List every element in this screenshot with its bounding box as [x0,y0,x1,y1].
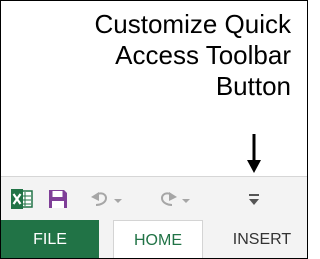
excel-icon[interactable] [11,189,33,209]
undo-button[interactable] [90,189,126,209]
tab-home[interactable]: HOME [113,220,203,258]
customize-quick-access-toolbar-button[interactable] [241,189,267,209]
redo-icon [160,192,190,206]
callout-annotation: Customize Quick Access Toolbar Button [1,9,292,102]
callout-arrow-icon [247,134,261,173]
save-button[interactable] [48,189,68,209]
save-icon [49,190,67,208]
ribbon-tab-bar: FILE HOME INSERT [1,220,307,258]
tab-insert[interactable]: INSERT [215,220,307,258]
screenshot-frame: Customize Quick Access Toolbar Button FI… [0,0,308,259]
customize-quick-access-toolbar-icon [249,194,259,205]
undo-icon [91,192,122,206]
callout-line-2: Access Toolbar [115,40,291,70]
callout-line-1: Customize Quick [94,9,292,39]
quick-access-toolbar [1,176,307,221]
tab-file[interactable]: FILE [1,220,99,258]
callout-line-3: Button [215,71,291,101]
redo-button[interactable] [156,189,192,209]
